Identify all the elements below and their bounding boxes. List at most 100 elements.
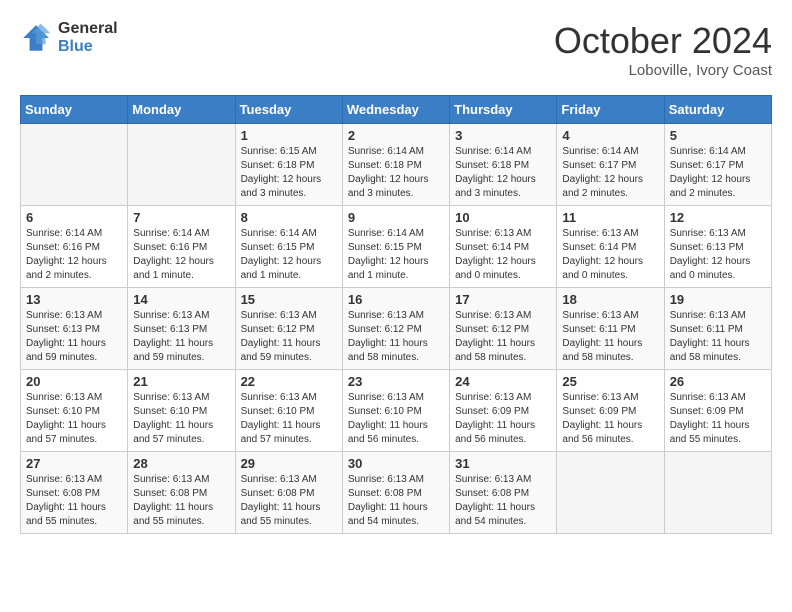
- calendar-cell: 24 Sunrise: 6:13 AM Sunset: 6:09 PM Dayl…: [450, 370, 557, 452]
- calendar-cell: [21, 124, 128, 206]
- calendar-cell: 10 Sunrise: 6:13 AM Sunset: 6:14 PM Dayl…: [450, 206, 557, 288]
- day-number: 13: [26, 292, 122, 307]
- weekday-header: Saturday: [664, 96, 771, 124]
- day-info: Sunrise: 6:13 AM Sunset: 6:13 PM Dayligh…: [670, 228, 751, 281]
- calendar-cell: 17 Sunrise: 6:13 AM Sunset: 6:12 PM Dayl…: [450, 288, 557, 370]
- calendar-cell: 12 Sunrise: 6:13 AM Sunset: 6:13 PM Dayl…: [664, 206, 771, 288]
- calendar-week-row: 6 Sunrise: 6:14 AM Sunset: 6:16 PM Dayli…: [21, 206, 772, 288]
- calendar-cell: 19 Sunrise: 6:13 AM Sunset: 6:11 PM Dayl…: [664, 288, 771, 370]
- day-number: 17: [455, 292, 551, 307]
- day-info: Sunrise: 6:13 AM Sunset: 6:08 PM Dayligh…: [26, 474, 106, 527]
- page-header: General Blue October 2024 Loboville, Ivo…: [20, 20, 772, 79]
- logo-general-text: General: [58, 20, 118, 38]
- calendar-cell: 15 Sunrise: 6:13 AM Sunset: 6:12 PM Dayl…: [235, 288, 342, 370]
- calendar-cell: 29 Sunrise: 6:13 AM Sunset: 6:08 PM Dayl…: [235, 452, 342, 534]
- day-info: Sunrise: 6:13 AM Sunset: 6:08 PM Dayligh…: [455, 474, 535, 527]
- day-number: 7: [133, 210, 229, 225]
- day-number: 25: [562, 374, 658, 389]
- day-info: Sunrise: 6:14 AM Sunset: 6:16 PM Dayligh…: [133, 228, 214, 281]
- day-info: Sunrise: 6:13 AM Sunset: 6:09 PM Dayligh…: [455, 392, 535, 445]
- logo-blue-text: Blue: [58, 38, 118, 56]
- day-info: Sunrise: 6:13 AM Sunset: 6:10 PM Dayligh…: [133, 392, 213, 445]
- title-block: October 2024 Loboville, Ivory Coast: [554, 20, 772, 79]
- day-info: Sunrise: 6:13 AM Sunset: 6:10 PM Dayligh…: [26, 392, 106, 445]
- day-number: 12: [670, 210, 766, 225]
- calendar-cell: 3 Sunrise: 6:14 AM Sunset: 6:18 PM Dayli…: [450, 124, 557, 206]
- day-info: Sunrise: 6:13 AM Sunset: 6:13 PM Dayligh…: [26, 310, 106, 363]
- day-number: 10: [455, 210, 551, 225]
- day-number: 18: [562, 292, 658, 307]
- day-number: 24: [455, 374, 551, 389]
- day-info: Sunrise: 6:13 AM Sunset: 6:11 PM Dayligh…: [670, 310, 750, 363]
- day-number: 8: [241, 210, 337, 225]
- day-info: Sunrise: 6:13 AM Sunset: 6:14 PM Dayligh…: [455, 228, 536, 281]
- day-number: 2: [348, 128, 444, 143]
- day-number: 9: [348, 210, 444, 225]
- calendar-cell: 23 Sunrise: 6:13 AM Sunset: 6:10 PM Dayl…: [342, 370, 449, 452]
- day-info: Sunrise: 6:14 AM Sunset: 6:15 PM Dayligh…: [241, 228, 322, 281]
- weekday-header: Friday: [557, 96, 664, 124]
- day-info: Sunrise: 6:13 AM Sunset: 6:12 PM Dayligh…: [455, 310, 535, 363]
- weekday-header: Tuesday: [235, 96, 342, 124]
- calendar-cell: 22 Sunrise: 6:13 AM Sunset: 6:10 PM Dayl…: [235, 370, 342, 452]
- calendar-cell: [557, 452, 664, 534]
- calendar-cell: 18 Sunrise: 6:13 AM Sunset: 6:11 PM Dayl…: [557, 288, 664, 370]
- day-number: 6: [26, 210, 122, 225]
- day-number: 23: [348, 374, 444, 389]
- day-number: 4: [562, 128, 658, 143]
- day-number: 21: [133, 374, 229, 389]
- calendar-week-row: 27 Sunrise: 6:13 AM Sunset: 6:08 PM Dayl…: [21, 452, 772, 534]
- calendar-cell: 27 Sunrise: 6:13 AM Sunset: 6:08 PM Dayl…: [21, 452, 128, 534]
- day-number: 11: [562, 210, 658, 225]
- day-info: Sunrise: 6:13 AM Sunset: 6:12 PM Dayligh…: [241, 310, 321, 363]
- day-number: 22: [241, 374, 337, 389]
- day-info: Sunrise: 6:14 AM Sunset: 6:17 PM Dayligh…: [670, 146, 751, 199]
- calendar-cell: 7 Sunrise: 6:14 AM Sunset: 6:16 PM Dayli…: [128, 206, 235, 288]
- day-info: Sunrise: 6:13 AM Sunset: 6:09 PM Dayligh…: [562, 392, 642, 445]
- calendar-body: 1 Sunrise: 6:15 AM Sunset: 6:18 PM Dayli…: [21, 124, 772, 534]
- day-number: 15: [241, 292, 337, 307]
- weekday-header: Sunday: [21, 96, 128, 124]
- day-info: Sunrise: 6:13 AM Sunset: 6:08 PM Dayligh…: [241, 474, 321, 527]
- calendar-cell: 16 Sunrise: 6:13 AM Sunset: 6:12 PM Dayl…: [342, 288, 449, 370]
- day-number: 14: [133, 292, 229, 307]
- calendar-cell: 6 Sunrise: 6:14 AM Sunset: 6:16 PM Dayli…: [21, 206, 128, 288]
- weekday-header: Thursday: [450, 96, 557, 124]
- day-number: 26: [670, 374, 766, 389]
- calendar-week-row: 1 Sunrise: 6:15 AM Sunset: 6:18 PM Dayli…: [21, 124, 772, 206]
- day-number: 3: [455, 128, 551, 143]
- day-info: Sunrise: 6:14 AM Sunset: 6:16 PM Dayligh…: [26, 228, 107, 281]
- day-info: Sunrise: 6:14 AM Sunset: 6:18 PM Dayligh…: [455, 146, 536, 199]
- day-number: 19: [670, 292, 766, 307]
- day-info: Sunrise: 6:13 AM Sunset: 6:14 PM Dayligh…: [562, 228, 643, 281]
- day-number: 1: [241, 128, 337, 143]
- calendar-cell: 25 Sunrise: 6:13 AM Sunset: 6:09 PM Dayl…: [557, 370, 664, 452]
- day-number: 16: [348, 292, 444, 307]
- day-info: Sunrise: 6:14 AM Sunset: 6:15 PM Dayligh…: [348, 228, 429, 281]
- day-info: Sunrise: 6:13 AM Sunset: 6:08 PM Dayligh…: [348, 474, 428, 527]
- calendar-cell: 5 Sunrise: 6:14 AM Sunset: 6:17 PM Dayli…: [664, 124, 771, 206]
- calendar-cell: 31 Sunrise: 6:13 AM Sunset: 6:08 PM Dayl…: [450, 452, 557, 534]
- calendar-cell: 28 Sunrise: 6:13 AM Sunset: 6:08 PM Dayl…: [128, 452, 235, 534]
- calendar-cell: 2 Sunrise: 6:14 AM Sunset: 6:18 PM Dayli…: [342, 124, 449, 206]
- day-info: Sunrise: 6:13 AM Sunset: 6:08 PM Dayligh…: [133, 474, 213, 527]
- calendar-cell: 14 Sunrise: 6:13 AM Sunset: 6:13 PM Dayl…: [128, 288, 235, 370]
- calendar-cell: 26 Sunrise: 6:13 AM Sunset: 6:09 PM Dayl…: [664, 370, 771, 452]
- day-number: 20: [26, 374, 122, 389]
- calendar-week-row: 13 Sunrise: 6:13 AM Sunset: 6:13 PM Dayl…: [21, 288, 772, 370]
- day-number: 29: [241, 456, 337, 471]
- calendar-cell: 13 Sunrise: 6:13 AM Sunset: 6:13 PM Dayl…: [21, 288, 128, 370]
- calendar-cell: 1 Sunrise: 6:15 AM Sunset: 6:18 PM Dayli…: [235, 124, 342, 206]
- month-title: October 2024: [554, 20, 772, 62]
- weekday-row: SundayMondayTuesdayWednesdayThursdayFrid…: [21, 96, 772, 124]
- logo: General Blue: [20, 20, 118, 55]
- calendar-cell: 11 Sunrise: 6:13 AM Sunset: 6:14 PM Dayl…: [557, 206, 664, 288]
- day-number: 30: [348, 456, 444, 471]
- day-number: 27: [26, 456, 122, 471]
- day-info: Sunrise: 6:14 AM Sunset: 6:17 PM Dayligh…: [562, 146, 643, 199]
- day-info: Sunrise: 6:13 AM Sunset: 6:10 PM Dayligh…: [348, 392, 428, 445]
- location: Loboville, Ivory Coast: [554, 62, 772, 79]
- calendar-table: SundayMondayTuesdayWednesdayThursdayFrid…: [20, 95, 772, 534]
- calendar-cell: 9 Sunrise: 6:14 AM Sunset: 6:15 PM Dayli…: [342, 206, 449, 288]
- calendar-cell: 20 Sunrise: 6:13 AM Sunset: 6:10 PM Dayl…: [21, 370, 128, 452]
